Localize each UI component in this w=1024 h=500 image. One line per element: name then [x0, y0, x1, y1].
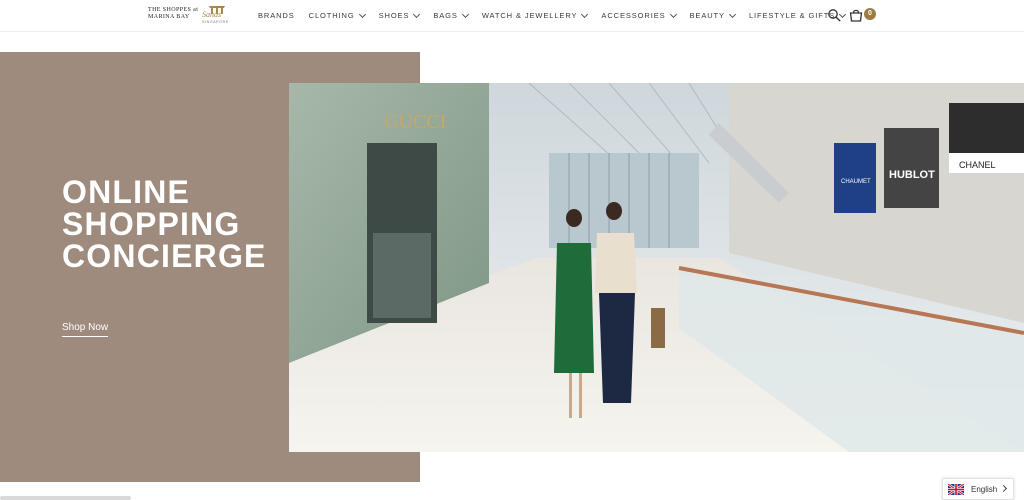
hero-title-line-3: CONCIERGE	[62, 238, 267, 274]
gucci-sign: GUCCI	[384, 111, 446, 133]
chevron-down-icon	[461, 10, 469, 18]
chaumet-sign: CHAUMET	[841, 179, 871, 185]
nav-item-label: BRANDS	[258, 11, 295, 20]
hero-image: GUCCI HUBLOT CHANEL CHAUMET	[289, 83, 1024, 452]
hero-mall-scene: GUCCI HUBLOT CHANEL CHAUMET	[289, 83, 1024, 452]
chevron-down-icon	[669, 10, 677, 18]
site-header: THE SHOPPES at MARINA BAY SINGAPORE Sand…	[0, 0, 1024, 32]
chevron-down-icon	[581, 10, 589, 18]
chanel-sign: CHANEL	[959, 160, 996, 170]
nav-item-brands[interactable]: BRANDS	[258, 11, 295, 20]
language-label: English	[971, 484, 998, 494]
main-nav: BRANDS CLOTHING SHOES BAGS WATCH & JEWELLERY…	[258, 0, 847, 31]
nav-item-label: BAGS	[433, 11, 458, 20]
logo-script: Sands	[202, 10, 222, 19]
uk-flag-icon	[948, 483, 964, 495]
scroll-indicator[interactable]	[0, 496, 131, 500]
hublot-sign: HUBLOT	[889, 169, 935, 181]
language-selector[interactable]: English	[942, 478, 1014, 500]
chevron-down-icon	[413, 10, 421, 18]
nav-item-label: WATCH & JEWELLERY	[481, 11, 578, 20]
nav-item-label: CLOTHING	[308, 11, 355, 20]
hero-title: ONLINE SHOPPING CONCIERGE	[62, 176, 292, 272]
logo-sub: SINGAPORE	[202, 19, 229, 24]
nav-item-clothing[interactable]: CLOTHING	[308, 10, 366, 20]
nav-item-watch-jewellery[interactable]: WATCH & JEWELLERY	[481, 10, 589, 20]
chevron-down-icon	[358, 10, 366, 18]
cart-count-badge: 0	[864, 8, 876, 20]
shopping-bag-icon[interactable]	[848, 7, 864, 23]
nav-item-beauty[interactable]: BEAUTY	[689, 10, 736, 20]
hero-title-line-1: ONLINE	[62, 174, 191, 210]
site-logo[interactable]: THE SHOPPES at MARINA BAY SINGAPORE Sand…	[148, 5, 232, 26]
nav-item-shoes[interactable]: SHOES	[378, 10, 421, 20]
nav-item-label: BEAUTY	[689, 11, 725, 20]
search-icon[interactable]	[827, 8, 841, 22]
nav-item-label: ACCESSORIES	[601, 11, 666, 20]
chevron-right-icon	[999, 484, 1008, 493]
nav-item-accessories[interactable]: ACCESSORIES	[601, 10, 677, 20]
nav-item-label: SHOES	[378, 11, 410, 20]
shop-now-link[interactable]: Shop Now	[62, 322, 109, 337]
nav-item-bags[interactable]: BAGS	[433, 10, 469, 20]
chevron-down-icon	[728, 10, 736, 18]
nav-item-label: LIFESTYLE & GIFTS	[748, 11, 836, 20]
hero-title-line-2: SHOPPING	[62, 206, 241, 242]
